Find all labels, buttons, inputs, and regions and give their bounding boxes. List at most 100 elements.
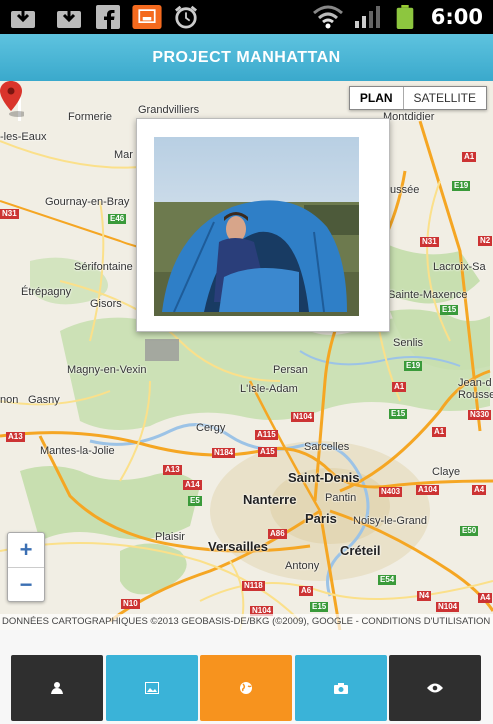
road-shield: A86: [268, 529, 287, 539]
place-label: Sarcelles: [304, 441, 350, 453]
road-shield: A1: [392, 382, 407, 392]
tab-profile[interactable]: [11, 655, 103, 721]
place-label: Sainte-Maxence: [388, 289, 468, 301]
road-shield: E19: [404, 361, 423, 371]
place-label: Mar: [114, 149, 133, 161]
image-icon: [145, 682, 159, 694]
zoom-out-button[interactable]: −: [8, 568, 44, 602]
map-type-satellite-button[interactable]: SATELLITE: [404, 87, 486, 109]
road-shield: N330: [468, 410, 492, 420]
place-label: Paris: [305, 511, 337, 526]
photo-image: [154, 137, 359, 316]
road-shield: E15: [440, 305, 459, 315]
place-label: Étrépagny: [21, 286, 72, 298]
place-label: Sérifontaine: [74, 261, 133, 273]
tab-map[interactable]: [200, 655, 292, 721]
road-shield: A104: [416, 485, 440, 495]
place-label: Pantin: [325, 492, 357, 504]
place-label: Antony: [285, 560, 320, 572]
road-shield: E54: [378, 575, 397, 585]
road-shield: N184: [212, 448, 236, 458]
road-shield: N104: [291, 412, 315, 422]
road-shield: A14: [183, 480, 202, 490]
tab-camera[interactable]: [295, 655, 387, 721]
place-label: Senlis: [393, 337, 423, 349]
zoom-in-button[interactable]: +: [8, 533, 44, 568]
road-shield: E5: [188, 496, 202, 506]
download-icon: [11, 8, 35, 28]
road-shield: N118: [242, 581, 265, 591]
road-shield: A4: [472, 485, 487, 495]
place-label: Formerie: [68, 111, 113, 123]
place-label: -les-Eaux: [0, 131, 47, 143]
road-shield: N104: [436, 602, 460, 612]
road-shield: A1: [462, 152, 477, 162]
road-shield: N4: [417, 591, 432, 601]
road-shield: E50: [460, 526, 479, 536]
road-shield: A115: [255, 430, 278, 440]
eye-icon: [427, 683, 443, 693]
clock-time: 6:00: [430, 5, 483, 29]
road-shield: E15: [310, 602, 329, 612]
map-view[interactable]: PLAN SATELLITE Formerie Grandvilliers Mo…: [0, 81, 493, 630]
screen-icon: [132, 5, 162, 29]
tab-gallery[interactable]: [106, 655, 198, 721]
signal-icon: [355, 6, 380, 28]
location-marker-icon[interactable]: [0, 81, 24, 117]
map-type-plan-button[interactable]: PLAN: [350, 87, 404, 109]
alarm-icon: [174, 5, 198, 29]
place-label: Claye: [432, 466, 461, 478]
road-shield: A1: [432, 427, 447, 437]
tab-bar: [0, 652, 493, 722]
place-label: Magny-en-Vexin: [67, 364, 147, 376]
road-shield: A15: [258, 447, 277, 457]
place-label: Jean-d: [458, 377, 492, 389]
facebook-icon: [96, 5, 120, 29]
road-shield: E19: [452, 181, 471, 191]
road-shield: A4: [478, 593, 493, 603]
app-title: PROJECT MANHATTAN: [152, 49, 341, 66]
road-shield: A13: [163, 465, 182, 475]
place-label: Persan: [273, 364, 308, 376]
road-shield: N2: [478, 236, 493, 246]
place-label: ussée: [390, 184, 420, 196]
road-shield: E46: [108, 214, 127, 224]
place-label: Grandvilliers: [138, 104, 200, 116]
map-type-control: PLAN SATELLITE: [348, 86, 487, 110]
tab-view[interactable]: [389, 655, 481, 721]
globe-icon: [240, 682, 252, 694]
title-bar: PROJECT MANHATTAN: [0, 34, 493, 81]
place-label: non: [0, 394, 19, 406]
place-label: Cergy: [196, 422, 226, 434]
download-icon: [57, 8, 81, 28]
road-shield: N31: [0, 209, 19, 219]
person-icon: [51, 682, 63, 694]
place-label: Lacroix-Sa: [433, 261, 486, 273]
road-shield: E15: [389, 409, 408, 419]
place-label: L'Isle-Adam: [240, 383, 298, 395]
road-shield: N10: [121, 599, 140, 609]
place-label: Gournay-en-Bray: [45, 196, 130, 208]
road-shield: N403: [379, 487, 403, 497]
road-shield: A13: [6, 432, 25, 442]
wifi-icon: [313, 5, 343, 29]
place-label: Versailles: [208, 539, 268, 554]
place-label: Gasny: [28, 394, 60, 406]
battery-icon: [396, 5, 414, 29]
place-label: Montdidier: [383, 111, 435, 123]
zoom-control: + −: [7, 532, 45, 602]
camera-icon: [334, 683, 348, 694]
place-label: Saint-Denis: [288, 470, 360, 485]
tent-photo[interactable]: [154, 137, 359, 316]
place-label: Noisy-le-Grand: [353, 515, 427, 527]
place-label: Nanterre: [243, 492, 297, 507]
map-attribution[interactable]: DONNÉES CARTOGRAPHIQUES ©2013 GEOBASIS-D…: [0, 614, 493, 630]
place-label: Rousse: [458, 389, 493, 401]
road-shield: N31: [420, 237, 439, 247]
info-window[interactable]: [136, 118, 390, 332]
place-label: Mantes-la-Jolie: [40, 445, 115, 457]
road-shield: A6: [299, 586, 314, 596]
place-label: Plaisir: [155, 531, 185, 543]
place-label: Créteil: [340, 543, 381, 558]
place-label: Gisors: [90, 298, 122, 310]
